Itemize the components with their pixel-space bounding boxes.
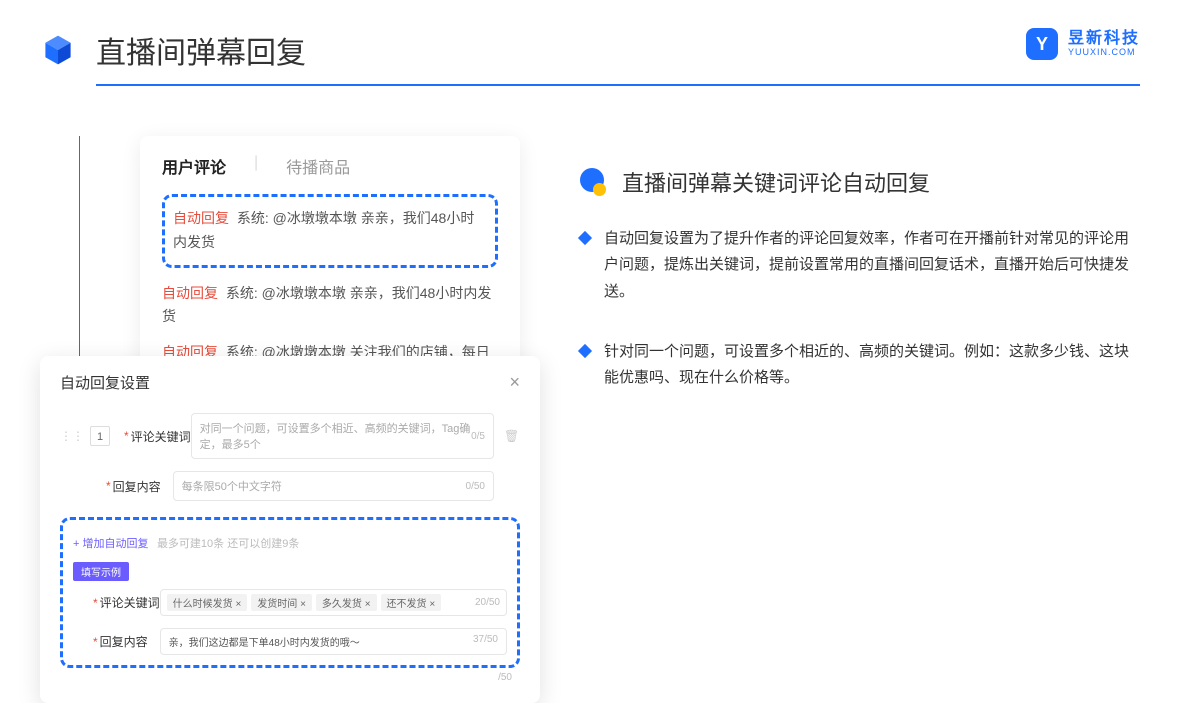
bullet-text: 自动回复设置为了提升作者的评论回复效率，作者可在开播前针对常见的评论用户问题，提… (604, 226, 1140, 305)
content-counter: 0/50 (466, 481, 485, 492)
keyword-tag[interactable]: 发货时间 × (251, 594, 312, 611)
example-keyword-counter: 20/50 (475, 597, 500, 608)
example-content-row: * 回复内容 亲，我们这边都是下单48小时内发货的哦～ 37/50 (73, 628, 507, 655)
screenshots-column: 用户评论 | 待播商品 自动回复 系统: @冰墩墩本墩 亲亲，我们48小时内发货… (40, 136, 540, 466)
bullet-item: 自动回复设置为了提升作者的评论回复效率，作者可在开播前针对常见的评论用户问题，提… (580, 226, 1140, 305)
placeholder-text: 对同一个问题，可设置多个相近、高频的关键词，Tag确定，最多5个 (200, 420, 471, 452)
keyword-label: 评论关键词 (131, 428, 191, 445)
tab-separator: | (254, 154, 258, 178)
tab-pending-goods[interactable]: 待播商品 (286, 154, 350, 178)
comment-row: 自动回复 系统: @冰墩墩本墩 亲亲，我们48小时内发货 (162, 282, 498, 330)
auto-reply-settings-panel: 自动回复设置 × ⋮⋮ 1 * 评论关键词 对同一个问题，可设置多个相近、高频的… (40, 356, 540, 703)
placeholder-text: 每条限50个中文字符 (182, 478, 282, 494)
keyword-tag[interactable]: 还不发货 × (381, 594, 442, 611)
drag-handle-icon[interactable]: ⋮⋮ (60, 429, 84, 443)
required-dot: * (93, 596, 98, 610)
add-hint: 最多可建10条 还可以创建9条 (157, 538, 299, 550)
example-content-counter: 37/50 (473, 634, 498, 649)
required-dot: * (124, 429, 129, 443)
diamond-bullet-icon (578, 344, 592, 358)
keyword-input[interactable]: 对同一个问题，可设置多个相近、高频的关键词，Tag确定，最多5个 0/5 (191, 413, 494, 459)
example-badge: 填写示例 (73, 562, 129, 581)
keyword-tag[interactable]: 什么时候发货 × (167, 594, 248, 611)
keyword-counter: 0/5 (471, 431, 485, 442)
highlighted-comment: 自动回复 系统: @冰墩墩本墩 亲亲，我们48小时内发货 (162, 194, 498, 268)
tab-user-comments[interactable]: 用户评论 (162, 154, 226, 178)
content-label: 回复内容 (113, 478, 173, 495)
bullet-text: 针对同一个问题，可设置多个相近的、高频的关键词。例如：这款多少钱、这块能优惠吗、… (604, 339, 1140, 392)
bullet-item: 针对同一个问题，可设置多个相近的、高频的关键词。例如：这款多少钱、这块能优惠吗、… (580, 339, 1140, 392)
page-header: 直播间弹幕回复 Y 昱新科技 YUUXIN.COM (0, 0, 1180, 84)
brand-name-cn: 昱新科技 (1068, 30, 1140, 48)
chat-bubble-icon (580, 168, 608, 196)
brand-mark-icon: Y (1026, 28, 1058, 60)
content-input[interactable]: 每条限50个中文字符 0/50 (173, 471, 494, 501)
example-content-input[interactable]: 亲，我们这边都是下单48小时内发货的哦～ 37/50 (160, 628, 507, 655)
example-content-text: 亲，我们这边都是下单48小时内发货的哦～ (169, 634, 360, 649)
example-keyword-input[interactable]: 什么时候发货 × 发货时间 × 多久发货 × 还不发货 × 20/50 (160, 589, 507, 616)
auto-reply-tag: 自动回复 (173, 210, 229, 226)
section-title: 直播间弹幕关键词评论自动回复 (622, 166, 930, 198)
brand-name-en: YUUXIN.COM (1068, 48, 1140, 58)
example-content-label: 回复内容 (100, 633, 160, 650)
settings-title: 自动回复设置 (60, 372, 150, 393)
keyword-row: ⋮⋮ 1 * 评论关键词 对同一个问题，可设置多个相近、高频的关键词，Tag确定… (60, 413, 520, 459)
close-icon[interactable]: × (509, 372, 520, 393)
example-keyword-row: * 评论关键词 什么时候发货 × 发货时间 × 多久发货 × 还不发货 × 20… (73, 589, 507, 616)
brand-logo: Y 昱新科技 YUUXIN.COM (1026, 28, 1140, 60)
content-row: * 回复内容 每条限50个中文字符 0/50 🗑 (60, 471, 520, 501)
row-number: 1 (90, 426, 110, 446)
required-dot: * (106, 479, 111, 493)
example-keyword-label: 评论关键词 (100, 594, 160, 611)
cube-icon (40, 32, 76, 68)
add-auto-reply-link[interactable]: + 增加自动回复 (73, 538, 148, 550)
auto-reply-tag: 自动回复 (162, 285, 218, 301)
keyword-tag[interactable]: 多久发货 × (316, 594, 377, 611)
required-dot: * (93, 635, 98, 649)
page-title: 直播间弹幕回复 (96, 28, 306, 72)
delete-icon[interactable]: 🗑 (504, 429, 520, 443)
extra-counter: /50 (60, 668, 520, 683)
diamond-bullet-icon (578, 231, 592, 245)
description-column: 直播间弹幕关键词评论自动回复 自动回复设置为了提升作者的评论回复效率，作者可在开… (580, 136, 1140, 466)
example-highlight: + 增加自动回复 最多可建10条 还可以创建9条 填写示例 * 评论关键词 什么… (60, 517, 520, 668)
